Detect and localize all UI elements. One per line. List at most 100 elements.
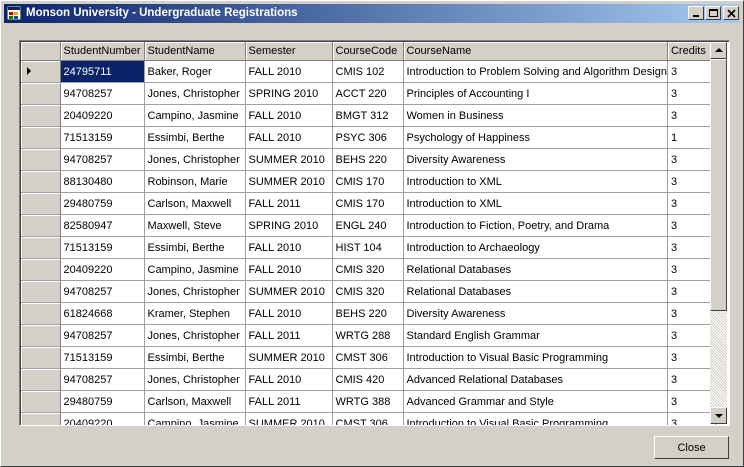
cell-course-code[interactable]: CMST 306 [332,346,404,369]
cell-course-code[interactable]: CMIS 102 [332,60,404,83]
cell-course-code[interactable]: CMIS 170 [332,192,404,215]
row-header[interactable] [21,236,61,259]
vertical-scrollbar[interactable] [710,42,727,424]
row-header[interactable] [21,104,61,127]
cell-course-name[interactable]: Relational Databases [403,280,668,303]
table-row[interactable]: 24795711 Baker, Roger FALL 2010 CMIS 102 Int… [21,60,716,83]
cell-course-name[interactable]: Principles of Accounting I [403,82,668,105]
cell-course-name[interactable]: Introduction to XML [403,192,668,215]
cell-semester[interactable]: FALL 2011 [245,192,333,215]
cell-semester[interactable]: FALL 2010 [245,302,333,325]
row-header[interactable] [21,82,61,105]
cell-student-name[interactable]: Campino, Jasmine [144,258,246,281]
table-row[interactable]: 20409220 Campino, Jasmine FALL 2010 BMGT 31… [21,104,716,127]
table-row[interactable]: 29480759 Carlson, Maxwell FALL 2011 CMIS 17… [21,192,716,215]
cell-course-code[interactable]: ENGL 240 [332,214,404,237]
cell-semester[interactable]: FALL 2010 [245,104,333,127]
cell-course-code[interactable]: CMIS 420 [332,368,404,391]
cell-credits[interactable]: 3 [667,324,716,347]
cell-course-name[interactable]: Diversity Awareness [403,148,668,171]
column-header-studentnumber[interactable]: StudentNumber [60,42,145,61]
row-header[interactable] [21,126,61,149]
row-header[interactable] [21,170,61,193]
minimize-button[interactable] [688,6,704,20]
cell-course-name[interactable]: Advanced Grammar and Style [403,390,668,413]
cell-student-name[interactable]: Carlson, Maxwell [144,192,246,215]
cell-course-name[interactable]: Introduction to Fiction, Poetry, and Dra… [403,214,668,237]
cell-credits[interactable]: 3 [667,302,716,325]
table-row[interactable]: 88130480 Robinson, Marie SUMMER 2010 CMIS 1… [21,170,716,193]
table-row[interactable]: 20409220 Campino, Jasmine FALL 2010 CMIS 32… [21,258,716,281]
cell-semester[interactable]: FALL 2011 [245,390,333,413]
cell-student-name[interactable]: Campino, Jasmine [144,412,246,425]
cell-credits[interactable]: 3 [667,258,716,281]
cell-course-name[interactable]: Introduction to Problem Solving and Algo… [403,60,668,83]
table-row[interactable]: 94708257 Jones, Christopher SUMMER 2010 BEH… [21,148,716,171]
cell-student-number[interactable]: 61824668 [60,302,145,325]
cell-semester[interactable]: SUMMER 2010 [245,412,333,425]
cell-student-number[interactable]: 94708257 [60,82,145,105]
cell-semester[interactable]: FALL 2010 [245,60,333,83]
cell-credits[interactable]: 3 [667,192,716,215]
close-button[interactable]: Close [654,436,729,459]
cell-student-number[interactable]: 20409220 [60,412,145,425]
row-header[interactable] [21,368,61,391]
cell-student-number[interactable]: 94708257 [60,324,145,347]
cell-course-code[interactable]: BEHS 220 [332,148,404,171]
cell-course-code[interactable]: PSYC 306 [332,126,404,149]
table-row[interactable]: 20409220 Campino, Jasmine SUMMER 2010 CMST … [21,412,716,425]
maximize-button[interactable] [705,6,721,20]
column-header-coursecode[interactable]: CourseCode [332,42,404,61]
row-header[interactable] [21,302,61,325]
cell-student-name[interactable]: Carlson, Maxwell [144,390,246,413]
cell-student-number[interactable]: 71513159 [60,346,145,369]
cell-semester[interactable]: SUMMER 2010 [245,280,333,303]
cell-student-name[interactable]: Kramer, Stephen [144,302,246,325]
cell-student-number[interactable]: 94708257 [60,280,145,303]
cell-student-name[interactable]: Jones, Christopher [144,148,246,171]
cell-student-number[interactable]: 71513159 [60,236,145,259]
cell-student-number[interactable]: 71513159 [60,126,145,149]
cell-semester[interactable]: FALL 2011 [245,324,333,347]
cell-student-number[interactable]: 88130480 [60,170,145,193]
cell-semester[interactable]: SPRING 2010 [245,82,333,105]
cell-semester[interactable]: FALL 2010 [245,126,333,149]
cell-course-name[interactable]: Introduction to XML [403,170,668,193]
cell-student-name[interactable]: Essimbi, Berthe [144,236,246,259]
cell-semester[interactable]: SUMMER 2010 [245,170,333,193]
table-row[interactable]: 71513159 Essimbi, Berthe SUMMER 2010 CMST 3… [21,346,716,369]
cell-course-name[interactable]: Introduction to Visual Basic Programming [403,346,668,369]
cell-semester[interactable]: SUMMER 2010 [245,148,333,171]
table-row[interactable]: 94708257 Jones, Christopher SUMMER 2010 CMI… [21,280,716,303]
cell-student-number[interactable]: 82580947 [60,214,145,237]
row-header[interactable] [21,412,61,425]
cell-student-name[interactable]: Jones, Christopher [144,368,246,391]
cell-course-name[interactable]: Standard English Grammar [403,324,668,347]
title-bar[interactable]: Monson University - Undergraduate Regist… [4,4,740,23]
cell-course-name[interactable]: Introduction to Archaeology [403,236,668,259]
cell-semester[interactable]: FALL 2010 [245,258,333,281]
cell-student-number[interactable]: 20409220 [60,104,145,127]
cell-student-number[interactable]: 94708257 [60,368,145,391]
cell-credits[interactable]: 3 [667,170,716,193]
column-header-semester[interactable]: Semester [245,42,333,61]
row-header[interactable] [21,346,61,369]
cell-student-name[interactable]: Campino, Jasmine [144,104,246,127]
cell-credits[interactable]: 3 [667,346,716,369]
cell-semester[interactable]: SPRING 2010 [245,214,333,237]
table-row[interactable]: 94708257 Jones, Christopher FALL 2011 WRTG … [21,324,716,347]
cell-course-code[interactable]: CMST 306 [332,412,404,425]
cell-course-name[interactable]: Advanced Relational Databases [403,368,668,391]
cell-student-name[interactable]: Jones, Christopher [144,82,246,105]
scroll-thumb[interactable] [710,59,727,311]
cell-course-name[interactable]: Diversity Awareness [403,302,668,325]
cell-credits[interactable]: 3 [667,412,716,425]
cell-course-name[interactable]: Introduction to Visual Basic Programming [403,412,668,425]
cell-course-name[interactable]: Psychology of Happiness [403,126,668,149]
row-header[interactable] [21,192,61,215]
cell-course-code[interactable]: BEHS 220 [332,302,404,325]
column-header-coursename[interactable]: CourseName [403,42,668,61]
row-header-corner[interactable] [21,42,61,61]
table-row[interactable]: 94708257 Jones, Christopher FALL 2010 CMIS … [21,368,716,391]
cell-course-code[interactable]: ACCT 220 [332,82,404,105]
